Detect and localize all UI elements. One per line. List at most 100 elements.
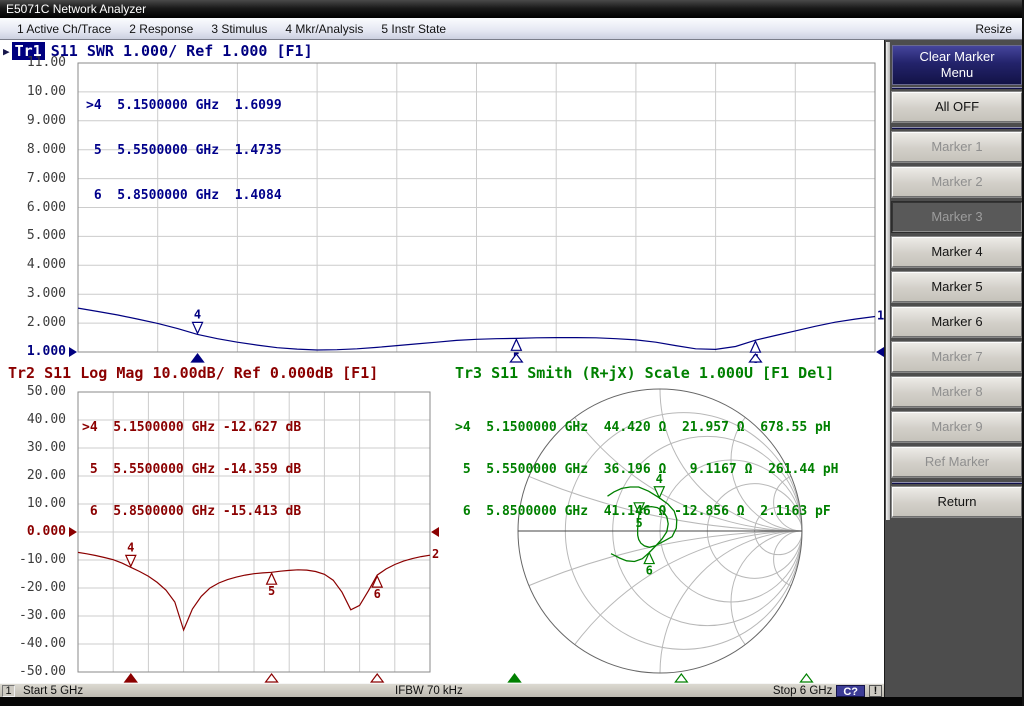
title-bar: E5071C Network Analyzer xyxy=(0,0,1024,18)
softkey-separator xyxy=(892,87,1022,89)
stimulus-marker-6[interactable] xyxy=(800,674,812,682)
marker-flag-4[interactable]: 4 xyxy=(193,307,203,333)
start-frequency: Start 5 GHz xyxy=(23,685,83,697)
ref-level-arrow-right[interactable] xyxy=(431,527,439,537)
marker-readout-row: >4 5.1500000 GHz 44.420 Ω 21.957 Ω 678.5… xyxy=(455,421,839,435)
y-tick-label: -40.00 xyxy=(6,636,66,652)
y-tick-label: -20.00 xyxy=(6,580,66,596)
stimulus-marker-4[interactable] xyxy=(192,354,204,362)
y-tick-label: 4.000 xyxy=(6,257,66,273)
y-tick-label: 10.00 xyxy=(6,84,66,100)
y-tick-label: 9.000 xyxy=(6,113,66,129)
y-tick-label: 30.00 xyxy=(6,440,66,456)
marker-readout-row: 6 5.8500000 GHz 1.4084 xyxy=(86,188,282,203)
menu-item-stimulus[interactable]: 3 Stimulus xyxy=(202,22,276,36)
stimulus-marker-6[interactable] xyxy=(371,674,383,682)
resize-button[interactable]: Resize xyxy=(966,22,1016,36)
svg-text:5: 5 xyxy=(268,584,275,598)
y-tick-label: 10.00 xyxy=(6,496,66,512)
y-tick-label: 11.00 xyxy=(6,55,66,71)
tr1-marker-readout: >4 5.1500000 GHz 1.6099 5 5.5500000 GHz … xyxy=(86,68,282,233)
ifbw-value: IFBW 70 kHz xyxy=(395,685,463,697)
menu-item-instr-state[interactable]: 5 Instr State xyxy=(372,22,455,36)
softkey-button-marker-1: Marker 1 xyxy=(892,132,1022,162)
softkey-button-marker-8: Marker 8 xyxy=(892,377,1022,407)
stimulus-marker-5[interactable] xyxy=(675,674,687,682)
bottom-edge xyxy=(0,697,1024,706)
marker-flag-6[interactable]: 6 xyxy=(372,576,382,601)
softkey-menu: Clear Marker Menu All OFF Marker 1 Marker … xyxy=(892,45,1022,522)
menu-item-active-ch-trace[interactable]: 1 Active Ch/Trace xyxy=(8,22,120,36)
y-tick-label: 7.000 xyxy=(6,171,66,187)
softkey-button-marker-9: Marker 9 xyxy=(892,412,1022,442)
stimulus-marker-5[interactable] xyxy=(266,674,278,682)
marker-readout-row: 6 5.8500000 GHz -15.413 dB xyxy=(82,505,301,519)
y-tick-label: 20.00 xyxy=(6,468,66,484)
softkey-button-ref-marker: Ref Marker xyxy=(892,447,1022,477)
window-title: E5071C Network Analyzer xyxy=(6,2,146,16)
softkey-menu-title: Clear Marker Menu xyxy=(892,45,1022,85)
marker-readout-row: 6 5.8500000 GHz 41.146 Ω -12.856 Ω 2.116… xyxy=(455,505,839,519)
stimulus-marker-4[interactable] xyxy=(509,674,521,682)
menu-item-mkr-analysis[interactable]: 4 Mkr/Analysis xyxy=(276,22,372,36)
softkey-button-all-off[interactable]: All OFF xyxy=(892,92,1022,122)
svg-text:6: 6 xyxy=(646,564,653,578)
y-tick-label: 5.000 xyxy=(6,228,66,244)
y-tick-label: -50.00 xyxy=(6,664,66,680)
svg-text:2: 2 xyxy=(432,547,439,561)
marker-flag-6[interactable]: 6 xyxy=(644,553,654,578)
softkey-button-return[interactable]: Return xyxy=(892,487,1022,517)
softkey-menu-title-line1: Clear Marker xyxy=(893,49,1021,65)
softkey-button-marker-6[interactable]: Marker 6 xyxy=(892,307,1022,337)
y-tick-label: 8.000 xyxy=(6,142,66,158)
y-tick-label: 2.000 xyxy=(6,315,66,331)
error-indicator[interactable]: ! xyxy=(869,685,882,697)
status-bar: 1 Start 5 GHz IFBW 70 kHz Stop 6 GHz C? … xyxy=(0,683,884,697)
marker-readout-row: 5 5.5500000 GHz -14.359 dB xyxy=(82,463,301,477)
trace3-header[interactable]: Tr3 S11 Smith (R+jX) Scale 1.000U [F1 De… xyxy=(455,364,834,382)
stimulus-marker-4[interactable] xyxy=(125,674,137,682)
correction-badge: C? xyxy=(836,685,865,697)
softkey-button-marker-7: Marker 7 xyxy=(892,342,1022,372)
tr2-marker-readout: >4 5.1500000 GHz -12.627 dB 5 5.5500000 … xyxy=(82,393,301,547)
channel-indicator: 1 xyxy=(2,685,15,697)
tr2-s11-log-mag-group: 2456 xyxy=(69,527,439,682)
marker-readout-row: 5 5.5500000 GHz 36.196 Ω 9.1167 Ω 261.44… xyxy=(455,463,839,477)
ref-level-arrow-left[interactable] xyxy=(69,347,77,357)
softkey-button-marker-3[interactable]: Marker 3 xyxy=(892,202,1022,232)
trace1-settings: S11 SWR 1.000/ Ref 1.000 [F1] xyxy=(51,42,313,60)
analyzer-window: E5071C Network Analyzer 1 Active Ch/Trac… xyxy=(0,0,1024,706)
y-tick-label: 6.000 xyxy=(6,200,66,216)
y-tick-label: 1.000 xyxy=(6,344,66,360)
softkey-separator xyxy=(892,482,1022,484)
softkey-button-marker-2: Marker 2 xyxy=(892,167,1022,197)
menu-item-response[interactable]: 2 Response xyxy=(120,22,202,36)
y-tick-label: -30.00 xyxy=(6,608,66,624)
trace2-header[interactable]: Tr2 S11 Log Mag 10.00dB/ Ref 0.000dB [F1… xyxy=(8,364,378,382)
plot-area: 14562456456 ▶ Tr1 S11 SWR 1.000/ Ref 1.0… xyxy=(0,40,884,683)
y-tick-label: -10.00 xyxy=(6,552,66,568)
menu-bar: 1 Active Ch/Trace 2 Response 3 Stimulus … xyxy=(0,18,1024,40)
tr3-marker-readout: >4 5.1500000 GHz 44.420 Ω 21.957 Ω 678.5… xyxy=(455,393,839,547)
y-tick-label: 50.00 xyxy=(6,384,66,400)
ref-level-arrow-left[interactable] xyxy=(69,527,77,537)
softkey-button-marker-5[interactable]: Marker 5 xyxy=(892,272,1022,302)
softkey-separator xyxy=(892,127,1022,129)
softkey-menu-title-line2: Menu xyxy=(893,65,1021,81)
ref-level-arrow-right[interactable] xyxy=(876,347,884,357)
svg-text:1: 1 xyxy=(877,308,884,322)
tr1-s11-swr-group: 1456 xyxy=(69,307,884,366)
marker-flag-5[interactable]: 5 xyxy=(267,573,277,598)
softkey-scrollbar[interactable] xyxy=(886,42,890,520)
softkey-button-marker-4[interactable]: Marker 4 xyxy=(892,237,1022,267)
stop-frequency: Stop 6 GHz xyxy=(773,685,832,697)
svg-text:4: 4 xyxy=(194,307,201,321)
y-tick-label: 40.00 xyxy=(6,412,66,428)
softkey-sidebar: Clear Marker Menu All OFF Marker 1 Marker … xyxy=(884,40,1024,697)
svg-text:6: 6 xyxy=(374,587,381,601)
marker-readout-row: >4 5.1500000 GHz -12.627 dB xyxy=(82,421,301,435)
y-tick-label: 3.000 xyxy=(6,286,66,302)
marker-readout-row: >4 5.1500000 GHz 1.6099 xyxy=(86,98,282,113)
y-tick-label: 0.000 xyxy=(6,524,66,540)
marker-readout-row: 5 5.5500000 GHz 1.4735 xyxy=(86,143,282,158)
